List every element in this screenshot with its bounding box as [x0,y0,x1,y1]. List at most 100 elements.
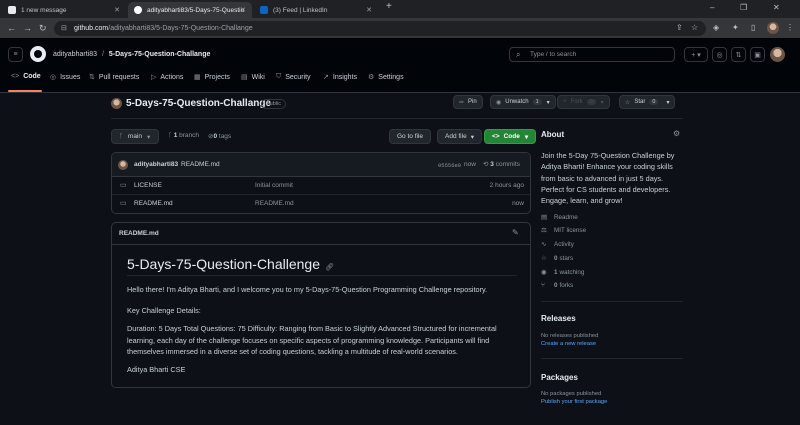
table-row[interactable]: ▭ README.md README.md now [112,195,530,213]
close-window-icon[interactable]: ✕ [773,3,780,12]
readme-link[interactable]: ▤ Readme [541,213,578,222]
file-commit-message[interactable]: Initial commit [255,182,293,189]
star-icon: ☆ [541,255,547,262]
unwatch-button[interactable]: ◉ Unwatch 1 ▾ [490,95,556,109]
commit-message[interactable]: README.md [181,161,220,168]
close-icon[interactable]: ✕ [240,6,246,14]
user-avatar[interactable] [770,47,785,62]
book-icon: ▤ [241,74,248,81]
minimize-icon[interactable]: – [710,3,714,12]
search-input[interactable]: ⌕ Type / to search [509,47,675,62]
create-new-button[interactable]: + ▾ [684,47,708,62]
sidebar-divider [541,358,683,359]
code-button[interactable]: <> Code ▾ [484,129,537,144]
address-bar[interactable]: ⊟ github.com/adityabharti83/5-Days-75-Qu… [54,21,706,36]
tab-insights[interactable]: ↗ Insights [323,73,357,82]
releases-heading[interactable]: Releases [541,314,576,323]
site-info-icon[interactable]: ⊟ [61,24,67,32]
publish-package-link[interactable]: Publish your first package [541,399,607,405]
bookmark-star-icon[interactable]: ☆ [691,23,698,32]
github-favicon-icon [134,6,142,14]
commits-link[interactable]: ⟲ 3 commits [483,160,520,168]
branch-selector[interactable]: ᚴ main ▾ [111,129,159,144]
table-icon: ▦ [194,74,201,81]
file-browser: adityabharti83 README.md 05556e0 now ⟲ 3… [111,152,531,214]
stars-link[interactable]: ☆ 0 stars [541,254,573,263]
gear-icon[interactable]: ⚙ [673,129,680,138]
hamburger-menu-icon[interactable]: ≡ [8,47,23,62]
packages-note: No packages published [541,391,602,397]
tab-code[interactable]: <> Code [11,73,41,80]
packages-heading[interactable]: Packages [541,373,578,382]
tags-link[interactable]: ⊘0 tags [208,132,231,140]
reload-icon[interactable]: ↻ [39,23,47,33]
graph-icon: ↗ [323,74,329,81]
share-icon[interactable]: ⇪ [676,23,683,32]
chevron-down-icon: ▾ [524,133,529,141]
tab-projects[interactable]: ▦ Projects [194,73,230,82]
maximize-icon[interactable]: ❐ [740,3,747,12]
extensions-puzzle-icon[interactable]: ✦ [732,23,739,33]
table-row[interactable]: ▭ LICENSE Initial commit 2 hours ago [112,177,530,195]
chevron-down-icon: ▾ [600,99,604,106]
code-icon: <> [492,133,500,140]
browser-menu-icon[interactable]: ⋮ [786,23,794,33]
github-logo-icon[interactable] [30,46,46,62]
repo-link[interactable]: 5-Days-75-Question-Challange [109,51,211,58]
commit-author[interactable]: adityabharti83 [134,161,178,168]
commit-hash[interactable]: 05556e0 [438,162,461,169]
sidebar-divider [541,301,683,302]
file-name[interactable]: LICENSE [134,182,162,189]
owner-link[interactable]: adityabharti83 [53,51,97,58]
back-arrow-icon[interactable]: ← [7,23,16,33]
activity-link[interactable]: ∿ Activity [541,240,574,249]
readme-file-label[interactable]: README.md [119,230,159,237]
heading-divider [127,275,517,276]
close-icon[interactable]: ✕ [114,6,120,14]
browser-tab-linkedin[interactable]: (3) Feed | LinkedIn ✕ [254,2,378,18]
commit-time: now [464,161,476,168]
browser-tab-messages[interactable]: 1 new message ✕ [2,2,126,18]
title-divider [111,118,683,119]
forks-link[interactable]: ⑂ 0 forks [541,282,573,289]
tab-settings[interactable]: ⚙ Settings [368,73,404,82]
forward-arrow-icon[interactable]: → [23,23,32,33]
watching-link[interactable]: ◉ 1 watching [541,268,584,277]
url-host: github.com [74,25,109,32]
go-to-file-button[interactable]: Go to file [389,129,432,144]
file-name[interactable]: README.md [134,200,173,207]
create-release-link[interactable]: Create a new release [541,341,596,347]
pull-requests-icon[interactable]: ⇅ [731,47,746,62]
file-commit-message[interactable]: README.md [255,200,294,207]
issues-icon[interactable]: ◎ [712,47,727,62]
eye-icon: ◉ [496,99,502,106]
side-panel-icon[interactable]: ▯ [751,23,755,33]
browser-tab-github[interactable]: adityabharti83/5-Days-75-Questio ✕ [128,2,252,18]
edit-pencil-icon[interactable]: ✎ [512,228,519,237]
branches-link[interactable]: ᚴ 1 branch [168,132,199,139]
license-link[interactable]: ⚖ MIT license [541,226,586,235]
readme-header: README.md ✎ [112,223,530,245]
tab-issues[interactable]: ◎ Issues [50,73,80,82]
tab-pull-requests[interactable]: ⇅ Pull requests [89,73,139,82]
notifications-icon[interactable]: ▣ [750,47,765,62]
star-button[interactable]: ☆ Star 0 ▾ [619,95,676,109]
anchor-link-icon[interactable]: 🔗︎ [325,264,334,271]
extension-icon[interactable]: ◈ [713,23,719,33]
browser-toolbar: ← → ↻ ⊟ github.com/adityabharti83/5-Days… [0,18,800,39]
law-icon: ⚖ [541,227,547,234]
tab-wiki[interactable]: ▤ Wiki [241,73,265,82]
owner-avatar[interactable] [111,98,122,109]
tab-actions[interactable]: ▷ Actions [151,73,183,82]
breadcrumb: adityabharti83 / 5-Days-75-Question-Chal… [53,51,210,58]
new-tab-button[interactable]: + [386,1,392,12]
file-time: 2 hours ago [489,182,524,189]
repo-title[interactable]: 5-Days-75-Question-Challange [126,98,271,109]
add-file-button[interactable]: Add file ▾ [437,129,482,144]
tab-security[interactable]: ⛉ Security [276,73,311,81]
close-icon[interactable]: ✕ [366,6,372,14]
browser-profile-avatar[interactable] [767,22,779,34]
pin-button[interactable]: ✑ Pin [453,95,483,109]
avatar[interactable] [118,160,128,170]
tab-title: (3) Feed | LinkedIn [273,6,328,14]
